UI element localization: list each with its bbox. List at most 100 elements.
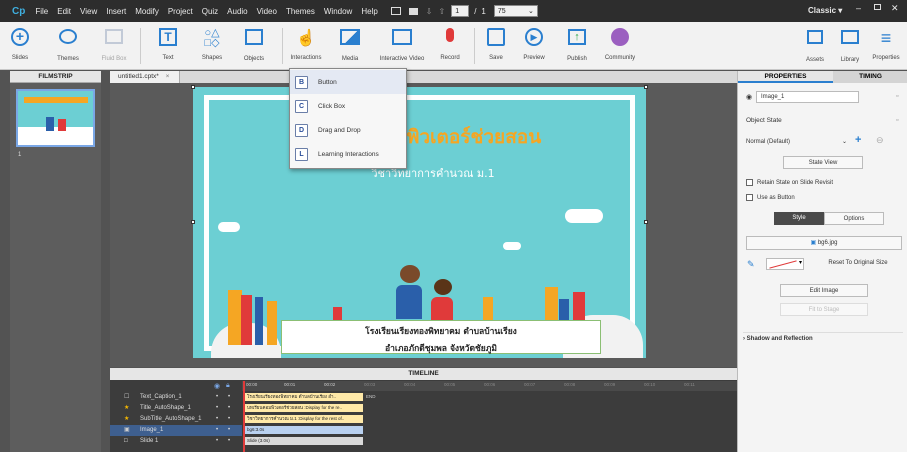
object-name-field[interactable]: Image_1 xyxy=(756,91,859,103)
fluid-box-button[interactable]: Fluid Box xyxy=(94,26,134,62)
menu-quiz[interactable]: Quiz xyxy=(202,7,218,16)
record-button[interactable]: Record xyxy=(430,26,470,61)
media-button[interactable]: Media xyxy=(330,26,370,62)
lock-icon[interactable]: 🔒︎ xyxy=(226,382,230,390)
record-label: Record xyxy=(440,55,460,61)
tab-timing[interactable]: TIMING xyxy=(833,71,907,83)
interactive-video-button[interactable]: Interactive Video xyxy=(376,26,428,62)
menu-help[interactable]: Help xyxy=(361,7,377,16)
dropdown-item-click-box[interactable]: C Click Box xyxy=(290,94,406,118)
tab-untitled1[interactable]: untitled1.cptx* × xyxy=(110,71,180,83)
timeline-bar[interactable]: บทเรียนคอมพิวเตอร์ช่วยสอน :Display for t… xyxy=(245,404,363,412)
selection-handle[interactable] xyxy=(191,220,195,224)
timeline-header: TIMELINE xyxy=(110,368,737,380)
drag-drop-icon: D xyxy=(295,123,308,137)
tab-style[interactable]: Style xyxy=(774,212,824,225)
interactions-dropdown: B Button C Click Box D Drag and Drop L L… xyxy=(289,68,407,169)
tab-properties[interactable]: PROPERTIES xyxy=(738,71,833,83)
save-button[interactable]: Save xyxy=(476,26,516,61)
mail-icon[interactable] xyxy=(408,7,418,15)
menu-project[interactable]: Project xyxy=(168,7,193,16)
menu-themes[interactable]: Themes xyxy=(286,7,315,16)
menu-file[interactable]: File xyxy=(35,7,48,16)
menu-view[interactable]: View xyxy=(80,7,97,16)
preview-button[interactable]: ▶ Preview xyxy=(514,26,554,61)
menu-modify[interactable]: Modify xyxy=(135,7,159,16)
themes-button[interactable]: Themes xyxy=(48,26,88,62)
zoom-select[interactable]: 75 ⌄ xyxy=(493,5,538,17)
menu-video[interactable]: Video xyxy=(257,7,277,16)
image-icon: ▣ xyxy=(124,427,130,433)
chevron-down-icon: ▾ xyxy=(838,6,843,15)
edit-pencil-icon[interactable]: ✎ xyxy=(747,259,755,270)
fit-to-stage-button[interactable]: Fit to Stage xyxy=(780,303,868,316)
panel-menu-icon[interactable]: ▫ xyxy=(896,93,898,100)
dropdown-item-drag-drop[interactable]: D Drag and Drop xyxy=(290,118,406,142)
dot: • xyxy=(228,394,231,400)
current-slide-field[interactable]: 1 xyxy=(451,5,470,17)
objects-button[interactable]: Objects xyxy=(234,26,274,62)
tick-label: 00:05 xyxy=(444,382,456,387)
stroke-color-select[interactable]: ▾ xyxy=(766,258,804,270)
properties-button[interactable]: ≡ Properties xyxy=(866,26,906,61)
library-icon xyxy=(839,30,861,52)
close-icon[interactable]: ✕ xyxy=(891,3,899,14)
microphone-icon xyxy=(439,28,461,50)
timeline-row-selected[interactable]: ▣ Image_1 • • xyxy=(110,425,242,436)
dropdown-item-learning-interactions[interactable]: L Learning Interactions xyxy=(290,142,406,166)
reset-size-button[interactable]: Reset To Original Size xyxy=(814,257,902,271)
library-button[interactable]: Library xyxy=(830,26,870,63)
text-icon: T xyxy=(157,28,179,50)
tab-close-icon[interactable]: × xyxy=(166,73,170,80)
text-caption-box[interactable]: โรงเรียนเรียงทองพิทยาคม ตำบลบ้านเรียง อำ… xyxy=(281,320,601,354)
menu-insert[interactable]: Insert xyxy=(106,7,126,16)
timeline-bar[interactable]: วิชาวิทยาการคำนวณ ม.1 :Display for the r… xyxy=(245,415,363,423)
selection-handle[interactable] xyxy=(191,85,195,89)
minimize-icon[interactable]: – xyxy=(856,3,861,13)
publish-icon: ↑ xyxy=(566,29,588,51)
text-button[interactable]: T Text xyxy=(148,26,188,61)
state-panel-menu-icon[interactable]: ▫ xyxy=(896,117,898,124)
maximize-icon[interactable] xyxy=(874,4,881,10)
shadow-reflection-section[interactable]: › Shadow and Reflection xyxy=(743,332,903,344)
edit-image-button[interactable]: Edit Image xyxy=(780,284,868,297)
learning-interactions-icon: L xyxy=(295,147,308,161)
menu-window[interactable]: Window xyxy=(324,7,352,16)
shadow-reflection-label: Shadow and Reflection xyxy=(746,336,813,342)
interactions-button[interactable]: ☝ Interactions xyxy=(286,26,326,61)
state-select[interactable]: Normal (Default) ⌄ xyxy=(746,136,849,148)
timeline-bar[interactable]: bg6:3.0s xyxy=(245,426,363,434)
workspace-select[interactable]: Classic ▾ xyxy=(808,6,842,15)
slides-button[interactable]: + Slides xyxy=(0,26,40,61)
themes-label: Themes xyxy=(57,56,79,62)
selection-handle[interactable] xyxy=(644,85,648,89)
timeline-bar[interactable]: โรงเรียนเรียงทองพิทยาคม ตำบลบ้านเรียง อำ… xyxy=(245,393,363,401)
building-shape xyxy=(228,290,242,345)
publish-button[interactable]: ↑ Publish xyxy=(557,26,597,62)
arrow-up-icon[interactable]: ⇧ xyxy=(438,7,445,16)
assets-button[interactable]: Assets xyxy=(795,26,835,63)
screen-icon[interactable] xyxy=(390,7,401,15)
state-view-button[interactable]: State View xyxy=(783,156,863,169)
use-as-button-checkbox[interactable]: Use as Button xyxy=(746,194,795,201)
slide-thumbnail[interactable] xyxy=(16,89,95,147)
arrow-down-icon[interactable]: ⇩ xyxy=(426,7,433,16)
image-file-button[interactable]: ▣ bg6.jpg xyxy=(746,236,902,250)
dropdown-label-learning-interactions: Learning Interactions xyxy=(318,150,379,158)
add-state-icon[interactable]: + xyxy=(855,134,861,146)
dropdown-item-button[interactable]: B Button xyxy=(290,70,406,94)
delete-state-icon[interactable]: ⊖ xyxy=(876,135,884,146)
retain-state-checkbox[interactable]: Retain State on Slide Revisit xyxy=(746,179,833,186)
selection-handle[interactable] xyxy=(644,220,648,224)
timeline-bar[interactable]: Slide (3.0s) xyxy=(245,437,363,445)
slide-canvas[interactable]: บทเรียนคอมพิวเตอร์ช่วยสอน วิชาวิทยาการคำ… xyxy=(193,87,646,358)
tick-label: 00:10 xyxy=(644,382,656,387)
menu-edit[interactable]: Edit xyxy=(57,7,71,16)
shapes-button[interactable]: ○△ □◇ Shapes xyxy=(192,26,232,62)
eye-icon[interactable]: ◉ xyxy=(214,382,220,390)
tick-label: 00:08 xyxy=(564,382,576,387)
tab-options[interactable]: Options xyxy=(824,212,884,225)
menu-audio[interactable]: Audio xyxy=(227,7,247,16)
visibility-eye-icon[interactable]: ◉ xyxy=(746,93,752,101)
community-button[interactable]: Community xyxy=(600,26,640,61)
